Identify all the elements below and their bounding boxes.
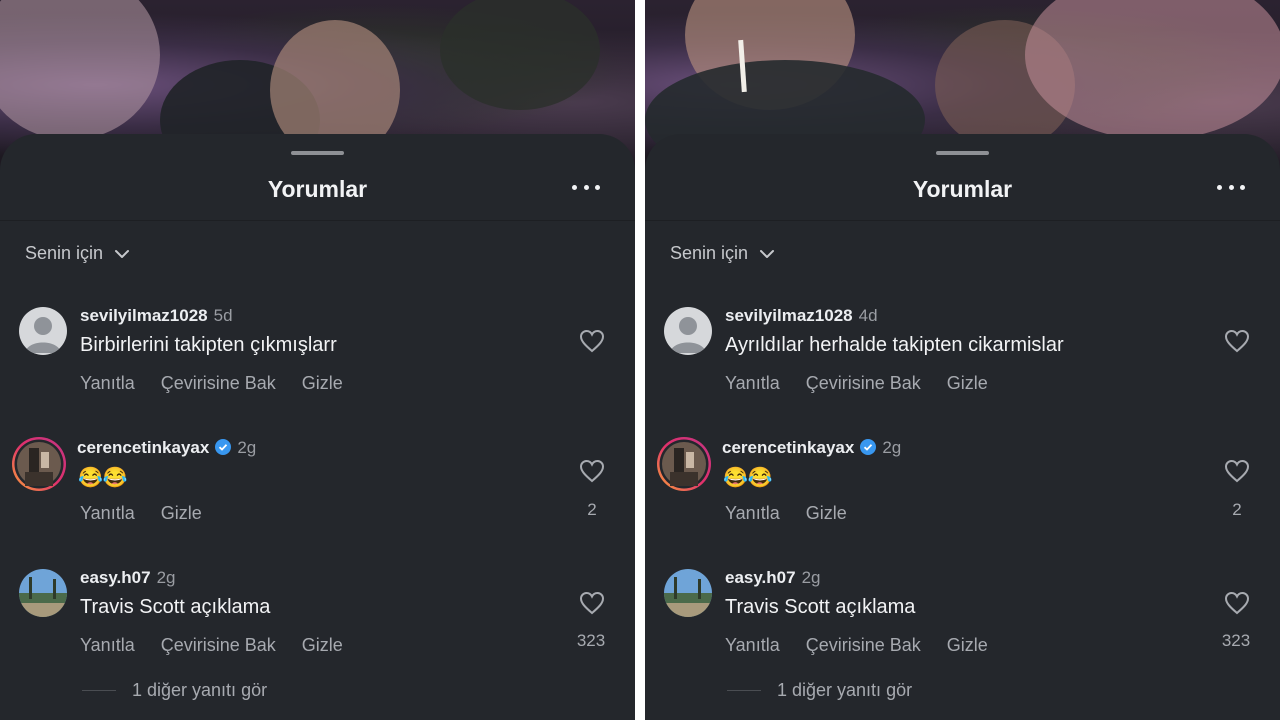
view-more-replies-button[interactable]: 1 diğer yanıtı gör: [82, 680, 267, 701]
view-more-replies-button[interactable]: 1 diğer yanıtı gör: [727, 680, 912, 701]
reply-button[interactable]: Yanıtla: [80, 503, 135, 524]
comment-actions: Yanıtla Çevirisine Bak Gizle: [80, 373, 343, 394]
comment-actions: Yanıtla Çevirisine Bak Gizle: [80, 635, 343, 656]
default-avatar[interactable]: [664, 307, 712, 355]
more-replies-label: 1 diğer yanıtı gör: [132, 680, 268, 700]
comment-text: 😂😂: [723, 467, 773, 489]
see-translation-button[interactable]: Çevirisine Bak: [161, 635, 276, 656]
more-options-icon[interactable]: [1217, 180, 1245, 194]
more-options-icon[interactable]: [572, 180, 600, 194]
like-count: 323: [576, 631, 606, 650]
comment-username[interactable]: sevilyilmaz1028 4d: [725, 306, 878, 326]
verified-badge-icon: [860, 439, 877, 455]
hide-button[interactable]: Gizle: [161, 503, 202, 524]
heart-icon[interactable]: [579, 329, 605, 353]
like-count: 323: [1221, 631, 1251, 650]
filter-label: Senin için: [670, 243, 749, 263]
left-screenshot: Yorumlar Senin için sevilyilmaz1028 5d Bi…: [0, 0, 635, 720]
hide-button[interactable]: Gizle: [947, 373, 988, 394]
comment-actions: Yanıtla Gizle: [725, 503, 847, 524]
comment-actions: Yanıtla Gizle: [80, 503, 202, 524]
reply-button[interactable]: Yanıtla: [725, 635, 780, 656]
profile-photo-icon: [664, 569, 712, 617]
user-silhouette-icon: [25, 317, 61, 353]
story-avatar[interactable]: [11, 436, 67, 492]
comment-username[interactable]: easy.h07 2g: [725, 568, 821, 588]
sheet-title: Yorumlar: [912, 176, 1013, 202]
verified-badge-icon: [215, 439, 232, 455]
heart-icon[interactable]: [1224, 459, 1250, 483]
comment-text: Ayrıldılar herhalde takipten cikarmislar: [725, 334, 1064, 356]
comment-text: Travis Scott açıklama: [80, 596, 271, 618]
comment-username[interactable]: sevilyilmaz1028 5d: [80, 306, 233, 326]
heart-icon[interactable]: [579, 591, 605, 615]
thread-line: [727, 690, 761, 691]
right-screenshot: Yorumlar Senin için sevilyilmaz1028 4d Ay…: [645, 0, 1280, 720]
thread-line: [82, 690, 116, 691]
comment-time: 5d: [213, 306, 233, 325]
reply-button[interactable]: Yanıtla: [725, 503, 780, 524]
hide-button[interactable]: Gizle: [806, 503, 847, 524]
comment-actions: Yanıtla Çevirisine Bak Gizle: [725, 635, 988, 656]
heart-icon[interactable]: [1224, 591, 1250, 615]
user-avatar[interactable]: [664, 569, 712, 617]
comment-time: 4d: [858, 306, 878, 325]
default-avatar[interactable]: [19, 307, 67, 355]
drag-handle[interactable]: [291, 151, 344, 155]
comments-sheet: Yorumlar Senin için: [645, 134, 1280, 720]
hide-button[interactable]: Gizle: [947, 635, 988, 656]
comment-text: Birbirlerini takipten çıkmışlarr: [80, 334, 337, 356]
comment-time: 2g: [801, 568, 821, 587]
comment-username[interactable]: easy.h07 2g: [80, 568, 176, 588]
sort-filter-dropdown[interactable]: Senin için: [670, 243, 776, 264]
hide-button[interactable]: Gizle: [302, 635, 343, 656]
drag-handle[interactable]: [936, 151, 989, 155]
sort-filter-dropdown[interactable]: Senin için: [25, 243, 131, 264]
more-replies-label: 1 diğer yanıtı gör: [777, 680, 913, 700]
see-translation-button[interactable]: Çevirisine Bak: [806, 635, 921, 656]
comment-time: 2g: [882, 438, 902, 457]
heart-icon[interactable]: [579, 459, 605, 483]
divider: [0, 220, 635, 221]
profile-photo-icon: [657, 437, 711, 491]
story-avatar[interactable]: [656, 436, 712, 492]
comment-text: Travis Scott açıklama: [725, 596, 916, 618]
profile-photo-icon: [12, 437, 66, 491]
profile-photo-icon: [19, 569, 67, 617]
sheet-title: Yorumlar: [267, 176, 368, 202]
comment-text: 😂😂: [78, 467, 128, 489]
like-count: 2: [587, 500, 597, 519]
user-avatar[interactable]: [19, 569, 67, 617]
chevron-down-icon: [115, 249, 130, 258]
like-count: 2: [1232, 500, 1242, 519]
divider: [645, 220, 1280, 221]
see-translation-button[interactable]: Çevirisine Bak: [806, 373, 921, 394]
filter-label: Senin için: [25, 243, 104, 263]
reply-button[interactable]: Yanıtla: [80, 635, 135, 656]
comment-time: 2g: [156, 568, 176, 587]
comment-username[interactable]: cerencetinkayax 2g: [722, 438, 901, 458]
comments-sheet: Yorumlar Senin için: [0, 134, 635, 720]
chevron-down-icon: [760, 249, 775, 258]
hide-button[interactable]: Gizle: [302, 373, 343, 394]
comment-time: 2g: [237, 438, 257, 457]
heart-icon[interactable]: [1224, 329, 1250, 353]
comment-actions: Yanıtla Çevirisine Bak Gizle: [725, 373, 988, 394]
reply-button[interactable]: Yanıtla: [80, 373, 135, 394]
reply-button[interactable]: Yanıtla: [725, 373, 780, 394]
comment-username[interactable]: cerencetinkayax 2g: [77, 438, 256, 458]
user-silhouette-icon: [670, 317, 706, 353]
see-translation-button[interactable]: Çevirisine Bak: [161, 373, 276, 394]
